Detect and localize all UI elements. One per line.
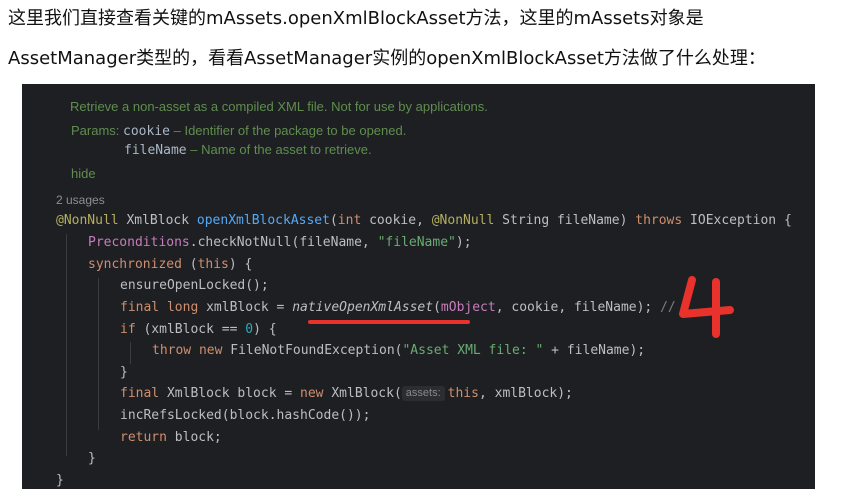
usages-inlay-link[interactable]: 2 usages [56, 193, 105, 207]
class-ref: Preconditions [88, 235, 190, 250]
code-line-7: throw new FileNotFoundException("Asset X… [152, 341, 645, 361]
token: , xmlBlock); [478, 386, 573, 401]
keyword: synchronized [88, 257, 182, 272]
keyword: this [447, 386, 479, 401]
token: xmlBlock = [198, 300, 293, 315]
keyword: this [197, 257, 229, 272]
code-line-6: if (xmlBlock == 0) { [120, 320, 277, 340]
parameter-hint: assets: [401, 386, 445, 401]
code-line-4: ensureOpenLocked(); [120, 278, 269, 293]
token: ( [433, 300, 441, 315]
code-line-2: Preconditions.checkNotNull(fileName, "fi… [88, 233, 472, 253]
keyword: long [159, 300, 199, 315]
doc-params-label: Params: [71, 123, 120, 138]
keyword: final [120, 386, 160, 401]
code-line-9: final XmlBlock block = new XmlBlock(asse… [120, 384, 573, 404]
intro-line-1: 这里我们直接查看关键的mAssets.openXmlBlockAsset方法，这… [8, 8, 704, 29]
doc-param1-name: cookie [123, 124, 170, 139]
token: ); [455, 235, 472, 250]
code-line-12: } [88, 451, 96, 466]
token: ( [329, 213, 338, 228]
doc-param-filename: fileName – Name of the asset to retrieve… [124, 142, 372, 158]
indent-guide [98, 278, 99, 430]
doc-param2-name: fileName [124, 143, 187, 158]
token: ) { [253, 322, 277, 337]
string-literal: "fileName" [377, 235, 456, 250]
code-line-1: @NonNull XmlBlock openXmlBlockAsset(int … [56, 211, 792, 231]
comment: // [660, 300, 676, 315]
code-editor-screenshot: Retrieve a non-asset as a compiled XML f… [22, 84, 815, 489]
code-line-5: final long xmlBlock = nativeOpenXmlAsset… [120, 298, 676, 318]
keyword: final [120, 300, 160, 315]
keyword: int [337, 213, 362, 228]
token: + fileName); [543, 343, 646, 358]
token: .checkNotNull(fileName, [189, 235, 378, 250]
method-name: openXmlBlockAsset [196, 213, 330, 228]
annotation-nonnull: @NonNull [431, 213, 495, 228]
doc-param1-desc: – Identifier of the package to be opened… [170, 123, 407, 138]
rendered-javadoc: Retrieve a non-asset as a compiled XML f… [48, 90, 808, 182]
token: , cookie, fileName); [495, 300, 661, 315]
native-method-call: nativeOpenXmlAsset [292, 300, 434, 315]
token: (xmlBlock == [135, 322, 246, 337]
red-underline-annotation [308, 320, 470, 324]
indent-guide [66, 234, 67, 456]
token: FileNotFoundException( [222, 343, 403, 358]
annotation-nonnull: @NonNull [56, 213, 119, 228]
doc-summary: Retrieve a non-asset as a compiled XML f… [70, 99, 488, 114]
token: XmlBlock( [323, 386, 402, 401]
keyword: return [120, 430, 167, 445]
token: ( [181, 257, 198, 272]
code-line-11: return block; [120, 428, 222, 448]
keyword: new [300, 386, 324, 401]
doc-param-cookie: Params: cookie – Identifier of the packa… [71, 123, 406, 139]
token: String fileName) [494, 213, 636, 228]
return-type: XmlBlock [118, 213, 197, 228]
code-line-3: synchronized (this) { [88, 255, 252, 275]
code-line-13: } [56, 473, 64, 488]
token: ) { [228, 257, 253, 272]
keyword: if [120, 322, 136, 337]
token: XmlBlock block = [159, 386, 301, 401]
handwritten-number-4-annotation [679, 276, 734, 338]
keyword: new [191, 343, 223, 358]
token: block; [166, 430, 222, 445]
field-ref: mObject [440, 300, 496, 315]
intro-line-2: AssetManager类型的，看看AssetManager实例的openXml… [8, 48, 766, 69]
code-line-10: incRefsLocked(block.hashCode()); [120, 408, 371, 423]
keyword: throws [635, 213, 683, 228]
code-line-8: } [120, 365, 128, 380]
doc-param2-desc: – Name of the asset to retrieve. [186, 142, 372, 157]
string-literal: "Asset XML file: " [402, 343, 544, 358]
number-literal: 0 [245, 322, 254, 337]
token: cookie, [361, 213, 432, 228]
keyword: throw [152, 343, 192, 358]
doc-hide-tag: hide [71, 166, 96, 181]
token: IOException { [682, 213, 792, 228]
indent-guide [130, 342, 131, 364]
